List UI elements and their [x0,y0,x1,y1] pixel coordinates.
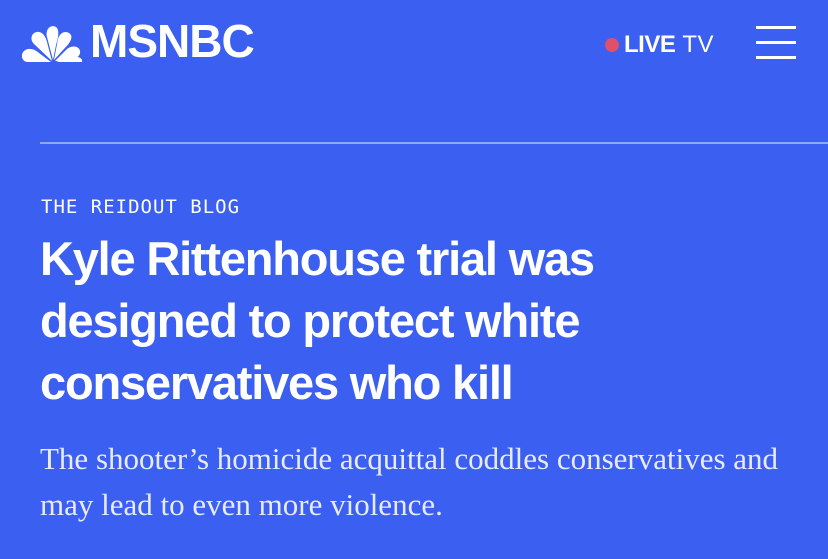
menu-bar-middle [756,41,796,44]
menu-bar-bottom [756,56,796,59]
live-tv-link[interactable]: LIVE TV [605,30,714,60]
peacock-icon [21,26,83,62]
section-kicker[interactable]: THE REIDOUT BLOG [41,196,240,218]
header-divider [40,142,828,144]
live-indicator-icon [605,38,619,52]
article-headline: Kyle Rittenhouse trial was designed to p… [40,232,595,409]
msnbc-logo[interactable]: MSNBC [20,15,255,67]
tv-label: TV [682,31,715,58]
site-header: MSNBC LIVE TV [0,0,828,90]
hamburger-menu-icon[interactable] [756,24,798,60]
menu-bar-top [756,26,796,29]
article-dek: The shooter’s homicide acquittal coddles… [40,441,779,522]
logo-wordmark: MSNBC [90,15,255,67]
live-label: LIVE [624,31,676,58]
